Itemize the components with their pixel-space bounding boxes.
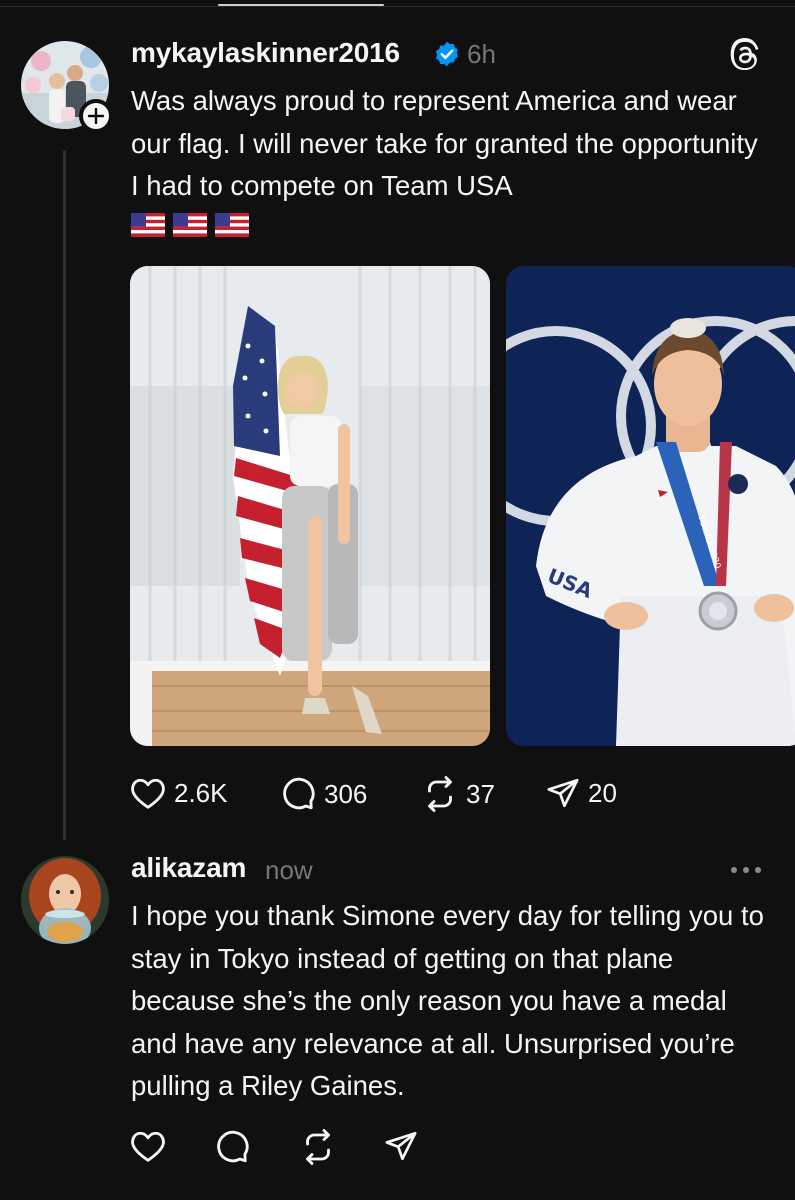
us-flag-emoji-icon [131, 213, 165, 237]
reply-comment-button[interactable] [214, 1129, 250, 1165]
post-text: Was always proud to represent America an… [131, 85, 758, 202]
share-button[interactable]: 20 [546, 776, 617, 810]
flag-emojis [131, 213, 249, 237]
reply-timestamp: now [265, 855, 313, 885]
like-count: 2.6K [174, 777, 228, 808]
heart-icon [131, 778, 165, 809]
send-icon [385, 1131, 417, 1161]
reply-share-button[interactable] [384, 1129, 418, 1163]
reply-author-avatar[interactable] [21, 856, 109, 944]
post-username[interactable]: mykaylaskinner2016 [131, 37, 400, 69]
verified-badge-icon [433, 40, 461, 73]
repost-button[interactable]: 37 [422, 776, 495, 812]
threads-icon[interactable] [728, 38, 762, 77]
more-icon[interactable] [728, 860, 764, 885]
like-button[interactable]: 2.6K [130, 776, 228, 810]
us-flag-emoji-icon [215, 213, 249, 237]
post-image-1[interactable] [130, 266, 490, 746]
comment-icon [217, 1130, 249, 1163]
share-count: 20 [588, 777, 617, 808]
comment-icon [283, 777, 315, 810]
follow-button[interactable] [79, 99, 113, 133]
reply-repost-button[interactable] [300, 1129, 336, 1165]
thread-connector-line [63, 150, 66, 840]
heart-icon [131, 1131, 165, 1162]
plus-icon [88, 108, 104, 124]
repost-icon [428, 776, 452, 812]
us-flag-emoji-icon [173, 213, 207, 237]
repost-count: 37 [466, 778, 495, 809]
post-timestamp: 6h [467, 39, 496, 69]
reply-text: I hope you thank Simone every day for te… [131, 900, 764, 1102]
send-icon [547, 778, 579, 808]
scroll-indicator [218, 4, 384, 6]
reply-count: 306 [324, 778, 368, 809]
reply-button[interactable]: 306 [280, 776, 367, 812]
reply-like-button[interactable] [130, 1129, 166, 1163]
repost-icon [306, 1129, 330, 1165]
top-divider [0, 0, 795, 7]
post-image-2[interactable]: USA TOKYO 2020 [506, 266, 795, 746]
reply-username[interactable]: alikazam [131, 852, 246, 884]
